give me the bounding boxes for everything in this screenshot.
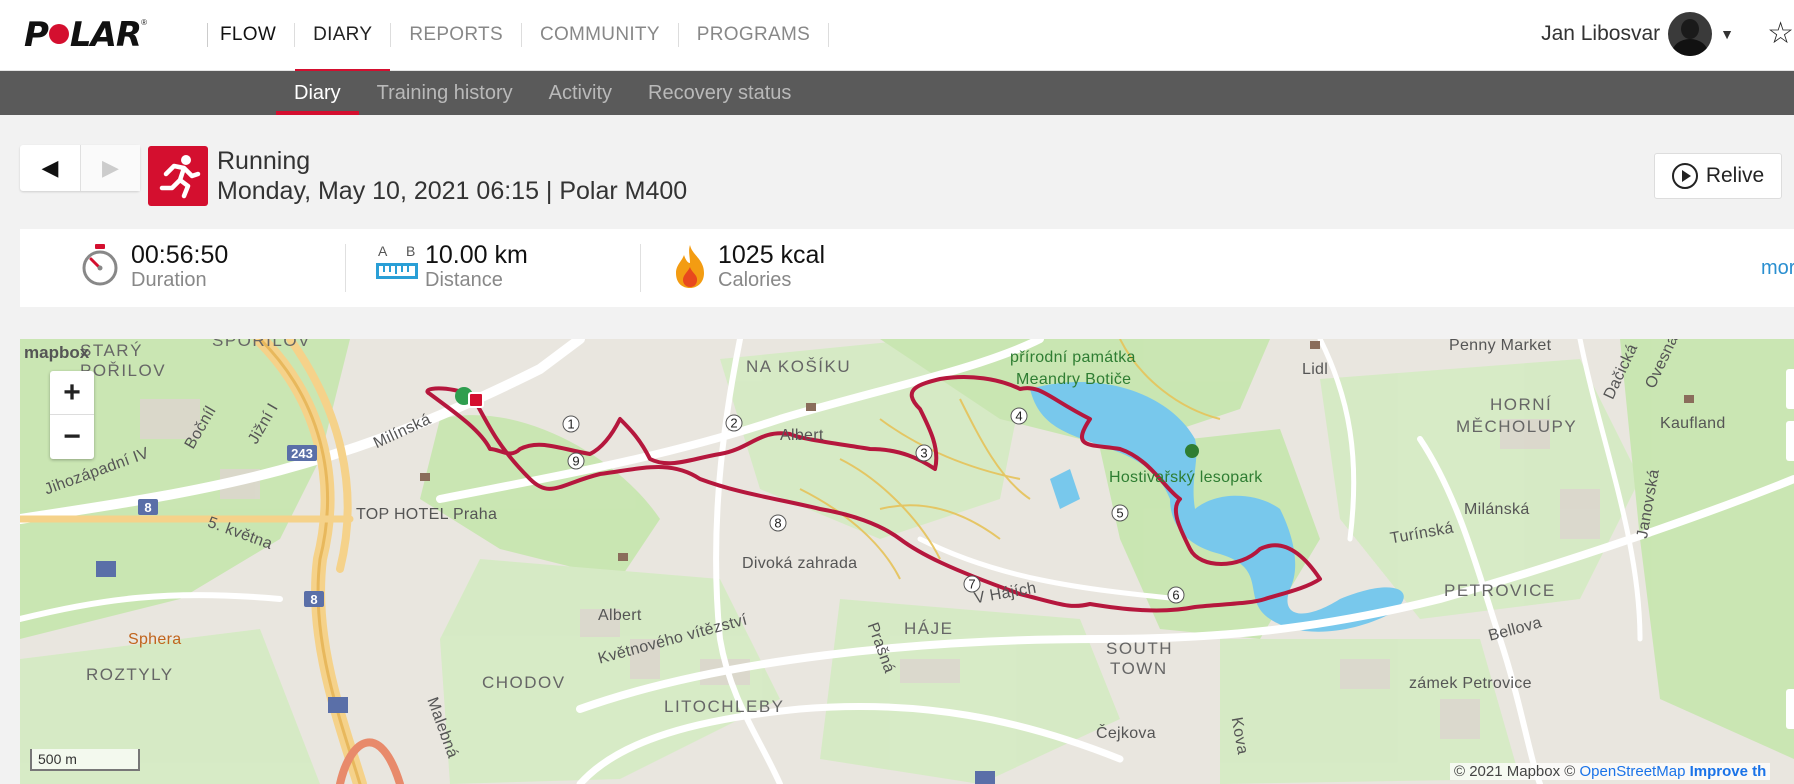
subnav-training-history[interactable]: Training history bbox=[359, 71, 531, 115]
star-icon[interactable]: ☆ bbox=[1767, 16, 1794, 51]
map-label: Sphera bbox=[128, 631, 182, 648]
map-label: zámek Petrovice bbox=[1409, 675, 1532, 692]
map-label: SPOŘILOV bbox=[212, 339, 311, 350]
distance-value: 10.00 km bbox=[425, 241, 528, 269]
map-label: SOUTH bbox=[1106, 639, 1173, 658]
km-marker-label: 8 bbox=[774, 516, 781, 531]
chevron-down-icon[interactable]: ▼ bbox=[1720, 26, 1734, 42]
map-label: přírodní památka bbox=[1010, 349, 1136, 366]
mapbox-logo[interactable]: mapbox bbox=[24, 343, 89, 363]
road-shield-8b: 8 bbox=[310, 592, 317, 607]
main-nav: FLOW DIARY REPORTS COMMUNITY PROGRAMS bbox=[207, 0, 830, 72]
mapbox-attribution-link[interactable]: © 2021 Mapbox © bbox=[1454, 763, 1575, 780]
zoom-in-button[interactable]: + bbox=[50, 371, 94, 415]
map-label: HORNÍ bbox=[1490, 395, 1553, 414]
nav-programs[interactable]: PROGRAMS bbox=[679, 23, 830, 47]
subnav-recovery-status[interactable]: Recovery status bbox=[630, 71, 809, 115]
map-label: PETROVICE bbox=[1444, 581, 1556, 600]
map-label: Meandry Botiče bbox=[1016, 371, 1132, 388]
improve-map-link[interactable]: Improve th bbox=[1690, 763, 1767, 780]
sport-title: Running bbox=[217, 147, 311, 175]
more-link[interactable]: mor bbox=[1761, 257, 1794, 280]
map-label: ROZTYLY bbox=[86, 665, 174, 684]
map-label: MĚCHOLUPY bbox=[1456, 417, 1578, 436]
session-datetime: Monday, May 10, 2021 06:15 | Polar M400 bbox=[217, 177, 688, 205]
map-menu-button[interactable] bbox=[1786, 689, 1794, 729]
stopwatch-icon bbox=[82, 244, 118, 286]
play-icon bbox=[1671, 163, 1698, 189]
calories-value: 1025 kcal bbox=[718, 241, 826, 269]
map-label: STARÝ bbox=[80, 341, 143, 360]
previous-session-button[interactable]: ◀ bbox=[20, 145, 80, 191]
next-session-button[interactable]: ▶ bbox=[80, 145, 140, 191]
map-label: Albert bbox=[598, 607, 642, 624]
subnav-activity[interactable]: Activity bbox=[531, 71, 630, 115]
route-map[interactable]: 123456789 243 8 8 SPOŘILOV STARÝ POŘILOV… bbox=[20, 339, 1794, 784]
map-label: Divoká zahrada bbox=[742, 555, 858, 572]
summary-stats: 00:56:50 Duration A B 10.00 km Distance … bbox=[20, 229, 1794, 307]
map-label: CHODOV bbox=[482, 673, 566, 692]
road-shield-8: 8 bbox=[144, 500, 151, 515]
duration-value: 00:56:50 bbox=[131, 241, 229, 269]
distance-ruler-icon: A B bbox=[376, 243, 418, 287]
map-label: Hostivařský lesopark bbox=[1109, 469, 1263, 486]
km-marker-label: 3 bbox=[920, 446, 927, 461]
nav-flow[interactable]: FLOW bbox=[207, 23, 296, 47]
map-scale: 500 m bbox=[30, 749, 140, 771]
flame-icon bbox=[676, 245, 704, 288]
osm-attribution-link[interactable]: OpenStreetMap bbox=[1580, 763, 1686, 780]
nav-reports[interactable]: REPORTS bbox=[391, 23, 522, 47]
subnav-diary[interactable]: Diary bbox=[276, 71, 359, 115]
km-marker-label: 6 bbox=[1172, 588, 1179, 603]
running-sport-icon bbox=[148, 146, 208, 206]
distance-label: Distance bbox=[425, 269, 503, 291]
map-label: LITOCHLEBY bbox=[664, 697, 785, 716]
fullscreen-button[interactable] bbox=[1786, 421, 1794, 461]
avatar[interactable] bbox=[1668, 12, 1713, 56]
map-label: HÁJE bbox=[904, 619, 954, 638]
nav-diary[interactable]: DIARY bbox=[295, 23, 392, 72]
stat-distance: A B 10.00 km Distance bbox=[376, 241, 596, 295]
map-label: Milánská bbox=[1464, 501, 1530, 518]
duration-label: Duration bbox=[131, 269, 207, 291]
user-name[interactable]: Jan Libosvar bbox=[1541, 22, 1660, 46]
polar-logo[interactable]: P LAR® bbox=[24, 18, 147, 52]
top-bar: P LAR® FLOW DIARY REPORTS COMMUNITY PROGR… bbox=[0, 0, 1794, 72]
map-layer-button[interactable] bbox=[1786, 369, 1794, 409]
map-label: TOWN bbox=[1110, 659, 1168, 678]
km-marker-label: 5 bbox=[1116, 506, 1123, 521]
zoom-control: + − bbox=[50, 371, 94, 459]
map-attribution: © 2021 Mapbox © OpenStreetMap Improve th bbox=[1450, 763, 1771, 780]
map-label: Lidl bbox=[1302, 361, 1329, 378]
sub-nav: Diary Training history Activity Recovery… bbox=[0, 71, 1794, 115]
map-label: Kaufland bbox=[1660, 415, 1726, 432]
user-menu[interactable]: Jan Libosvar ▼ bbox=[1541, 12, 1734, 56]
road-shield-243: 243 bbox=[291, 446, 313, 461]
stat-duration: 00:56:50 Duration bbox=[80, 241, 280, 295]
map-label: TOP HOTEL Praha bbox=[356, 506, 498, 523]
relive-label: Relive bbox=[1705, 164, 1765, 187]
km-marker-label: 9 bbox=[572, 454, 579, 469]
km-marker-label: 1 bbox=[567, 417, 574, 432]
map-label: Albert bbox=[780, 427, 824, 444]
calories-label: Calories bbox=[718, 269, 792, 291]
nav-community[interactable]: COMMUNITY bbox=[522, 23, 679, 47]
zoom-out-button[interactable]: − bbox=[50, 415, 94, 459]
km-marker-label: 4 bbox=[1015, 409, 1022, 424]
relive-button[interactable]: Relive bbox=[1654, 153, 1782, 199]
map-label: Čejkova bbox=[1096, 725, 1156, 742]
km-marker-label: 2 bbox=[730, 416, 737, 431]
map-label: NA KOŠÍKU bbox=[746, 357, 852, 376]
session-pager: ◀ ▶ bbox=[20, 145, 140, 191]
map-label: Penny Market bbox=[1449, 339, 1552, 354]
stat-calories: 1025 kcal Calories bbox=[672, 241, 892, 295]
